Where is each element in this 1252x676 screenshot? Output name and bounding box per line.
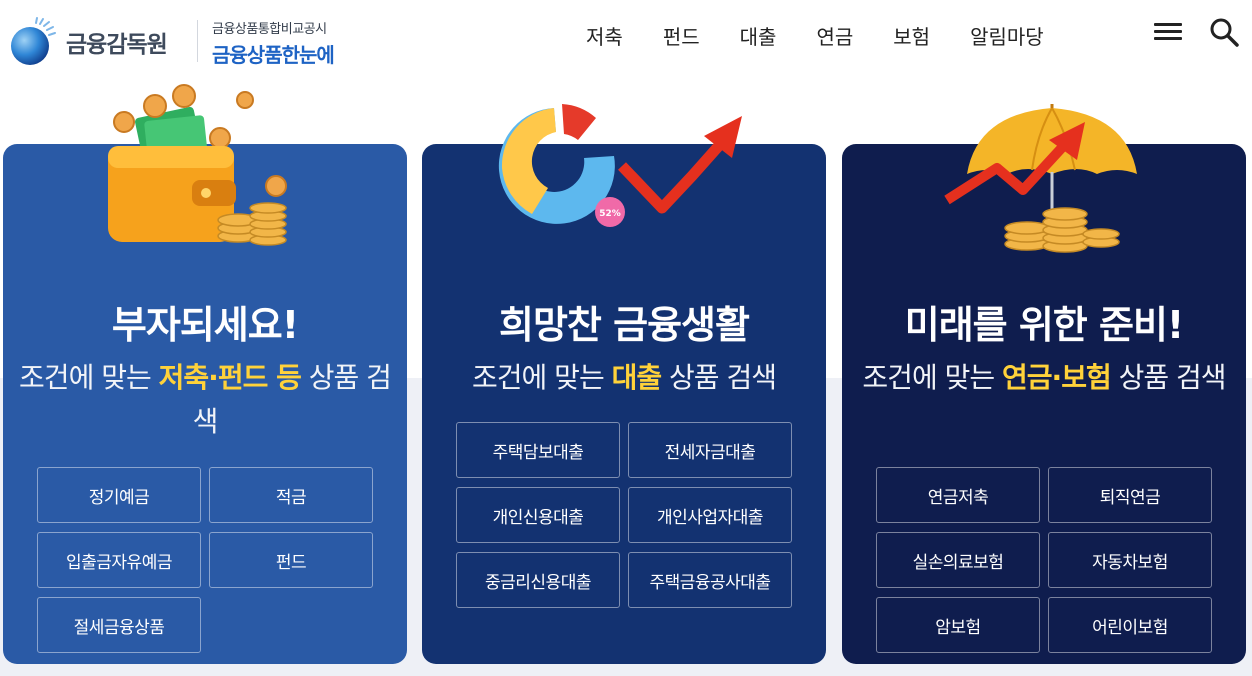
donut-chart-arrow-icon: 52% [492,96,752,246]
nav-item-funds[interactable]: 펀드 [643,22,720,52]
main-nav: 저축 펀드 대출 연금 보험 알림마당 [566,22,1064,52]
card-description: 조건에 맞는 저축·펀드 등 상품 검색 [15,356,395,444]
product-button[interactable]: 실손의료보험 [876,532,1040,588]
desc-highlight: 저축·펀드 등 [158,361,302,394]
product-button[interactable]: 연금저축 [876,467,1040,523]
desc-prefix: 조건에 맞는 [19,361,159,394]
fss-logo[interactable]: 금융감독원 [6,14,196,70]
card-pension-insurance: 미래를 위한 준비! 조건에 맞는 연금·보험 상품 검색 연금저축 퇴직연금 … [842,104,1246,664]
product-button[interactable]: 적금 [209,467,373,523]
card-title: 희망찬 금융생활 [499,303,750,347]
desc-highlight: 연금·보험 [1002,361,1112,394]
product-button-grid: 정기예금 적금 입출금자유예금 펀드 절세금융상품 [37,467,373,653]
nav-item-insurance[interactable]: 보험 [873,22,950,52]
nav-item-pension[interactable]: 연금 [796,22,873,52]
desc-suffix: 상품 검색 [661,361,777,394]
card-title: 미래를 위한 준비! [904,303,1185,347]
product-button[interactable]: 전세자금대출 [628,422,792,478]
card-loans: 52% 희망찬 금융생활 조건에 맞는 대출 상품 검색 주택담보대출 전세자금… [422,104,826,664]
desc-prefix: 조건에 맞는 [472,361,612,394]
logo-text: 금융감독원 [66,32,168,58]
product-button[interactable]: 펀드 [209,532,373,588]
fss-globe-icon [6,16,58,68]
umbrella-coins-icon [937,104,1147,254]
product-button-grid: 연금저축 퇴직연금 실손의료보험 자동차보험 암보험 어린이보험 [876,467,1212,653]
product-button[interactable]: 개인사업자대출 [628,487,792,543]
product-button[interactable]: 암보험 [876,597,1040,653]
product-button[interactable]: 주택금융공사대출 [628,552,792,608]
nav-item-loans[interactable]: 대출 [720,22,797,52]
subbrand-main-text: 금융상품한눈에 [212,43,335,67]
wallet-coins-icon [98,84,298,259]
card-description: 조건에 맞는 연금·보험 상품 검색 [854,356,1234,400]
search-icon[interactable] [1208,16,1242,50]
nav-item-notice[interactable]: 알림마당 [950,22,1064,52]
product-button[interactable]: 어린이보험 [1048,597,1212,653]
product-button[interactable]: 입출금자유예금 [37,532,201,588]
product-button-grid: 주택담보대출 전세자금대출 개인신용대출 개인사업자대출 중금리신용대출 주택금… [456,422,792,608]
logo-divider [197,20,198,62]
card-title: 부자되세요! [111,303,299,347]
product-button[interactable]: 정기예금 [37,467,201,523]
product-button[interactable]: 절세금융상품 [37,597,201,653]
chart-badge: 52% [599,209,621,219]
desc-prefix: 조건에 맞는 [862,361,1003,394]
card-description: 조건에 맞는 대출 상품 검색 [434,356,814,400]
site-header: 금융감독원 금융상품통합비교공시 금융상품한눈에 저축 펀드 대출 연금 보험 … [0,0,1252,80]
nav-item-savings[interactable]: 저축 [566,22,643,52]
product-button[interactable]: 개인신용대출 [456,487,620,543]
subbrand-top-text: 금융상품통합비교공시 [212,22,327,37]
desc-suffix: 상품 검색 [1110,361,1227,394]
desc-highlight: 대출 [611,361,663,394]
product-button[interactable]: 자동차보험 [1048,532,1212,588]
hamburger-menu-icon[interactable] [1154,20,1184,48]
product-button[interactable]: 중금리신용대출 [456,552,620,608]
product-button[interactable]: 주택담보대출 [456,422,620,478]
card-savings-funds: 부자되세요! 조건에 맞는 저축·펀드 등 상품 검색 정기예금 적금 입출금자… [3,84,407,664]
subbrand[interactable]: 금융상품통합비교공시 금융상품한눈에 [212,18,335,68]
product-button[interactable]: 퇴직연금 [1048,467,1212,523]
